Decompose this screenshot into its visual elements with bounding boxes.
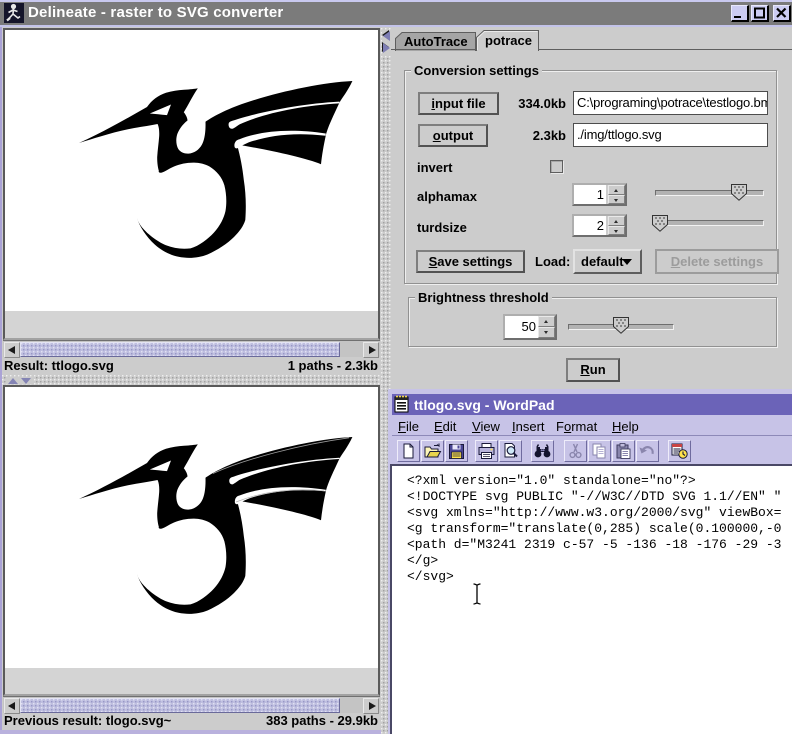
svg-text:AutoTrace: AutoTrace <box>404 34 468 49</box>
svg-text:potrace: potrace <box>485 33 532 48</box>
